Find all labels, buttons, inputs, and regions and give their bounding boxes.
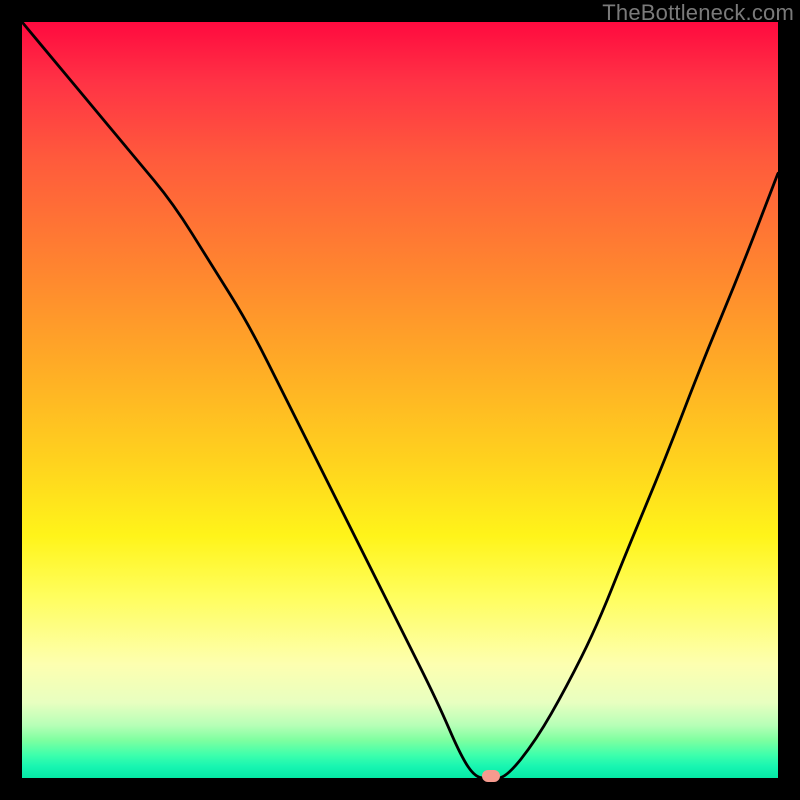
plot-area	[22, 22, 778, 778]
bottleneck-curve	[22, 22, 778, 778]
minimum-marker	[482, 770, 500, 782]
chart-frame: TheBottleneck.com	[0, 0, 800, 800]
